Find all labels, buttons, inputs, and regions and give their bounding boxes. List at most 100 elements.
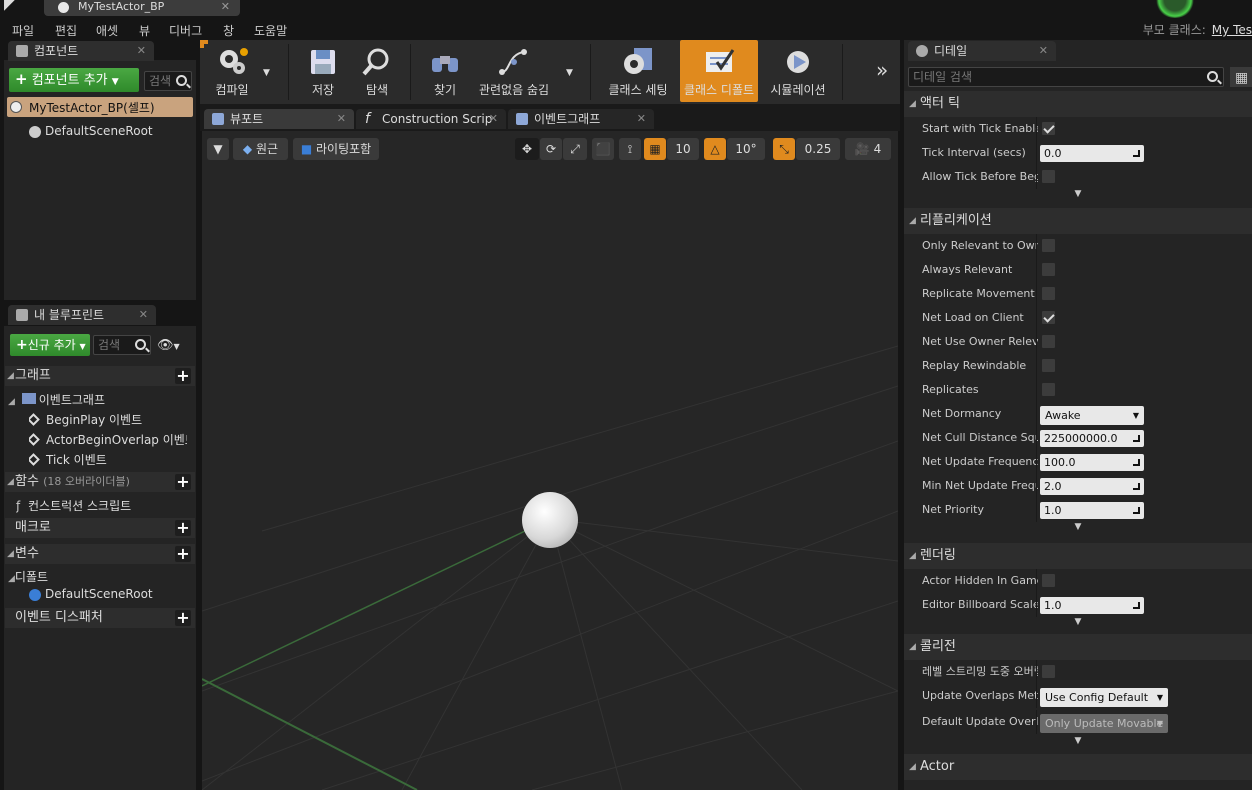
close-my-blueprint-icon[interactable]: ✕ bbox=[139, 305, 148, 325]
property-checkbox[interactable] bbox=[1042, 263, 1055, 276]
column-divider[interactable] bbox=[1036, 306, 1037, 330]
property-checkbox[interactable] bbox=[1042, 574, 1055, 587]
tree-event-tick[interactable]: Tick 이벤트 bbox=[29, 451, 193, 468]
viewport-options-button[interactable]: ▼ bbox=[207, 138, 229, 160]
surface-snapping-button[interactable]: ⟟ bbox=[619, 138, 641, 160]
column-divider[interactable] bbox=[1036, 660, 1037, 684]
details-section-2[interactable]: ◢ 렌더링 bbox=[904, 543, 1252, 569]
column-divider[interactable] bbox=[1036, 402, 1037, 426]
menu-debug[interactable]: 디버그 bbox=[169, 22, 202, 39]
default-scene-root-sphere[interactable] bbox=[522, 492, 578, 548]
column-divider[interactable] bbox=[1036, 258, 1037, 282]
property-number-input[interactable]: 0.0 bbox=[1040, 145, 1144, 162]
tree-components-category[interactable]: ◢디폴트 bbox=[8, 568, 48, 585]
property-number-input[interactable]: 1.0 bbox=[1040, 502, 1144, 519]
compile-button[interactable]: 컴파일 bbox=[204, 40, 260, 102]
property-number-input[interactable]: 225000000.0 bbox=[1040, 430, 1144, 447]
components-search-input[interactable]: 검색 bbox=[144, 71, 192, 91]
column-divider[interactable] bbox=[1036, 498, 1037, 522]
add-new-button[interactable]: +신규 추가 ▼ bbox=[10, 334, 90, 356]
component-root-row[interactable]: MyTestActor_BP(셀프) bbox=[7, 97, 193, 117]
scale-tool-button[interactable]: ⤢ bbox=[563, 138, 587, 160]
hide-unrelated-options-chevron-icon[interactable]: ▼ bbox=[566, 68, 573, 78]
property-checkbox[interactable] bbox=[1042, 311, 1055, 324]
close-event-graph-icon[interactable]: ✕ bbox=[637, 109, 646, 129]
tab-event-graph[interactable]: 이벤트그래프 ✕ bbox=[508, 109, 654, 129]
property-checkbox[interactable] bbox=[1042, 170, 1055, 183]
tab-my-blueprint[interactable]: 내 블루프린트 ✕ bbox=[8, 305, 156, 325]
column-divider[interactable] bbox=[1036, 330, 1037, 354]
property-combo-box[interactable]: Awake ▼ bbox=[1040, 406, 1144, 425]
advanced-expander-icon[interactable]: ▼ bbox=[904, 615, 1252, 629]
grid-snap-toggle[interactable]: ▦ bbox=[644, 138, 666, 160]
coordinate-space-button[interactable]: ⬛ bbox=[592, 138, 614, 160]
find-button[interactable]: 찾기 bbox=[416, 40, 474, 102]
property-number-input[interactable]: 2.0 bbox=[1040, 478, 1144, 495]
blueprint-search-input[interactable]: 검색 bbox=[93, 335, 151, 355]
property-checkbox[interactable] bbox=[1042, 359, 1055, 372]
hide-unrelated-button[interactable]: 관련없음 숨김 bbox=[474, 40, 554, 102]
details-section-3[interactable]: ◢ 콜리전 bbox=[904, 634, 1252, 660]
close-tab-icon[interactable]: ✕ bbox=[221, 0, 230, 14]
property-checkbox[interactable] bbox=[1042, 239, 1055, 252]
translate-tool-button[interactable]: ✥ bbox=[515, 138, 539, 160]
tree-variable-default-scene-root[interactable]: DefaultSceneRoot bbox=[29, 587, 153, 601]
property-checkbox[interactable] bbox=[1042, 122, 1055, 135]
add-event-dispatcher-button[interactable]: + bbox=[175, 610, 191, 626]
column-divider[interactable] bbox=[1036, 282, 1037, 306]
column-divider[interactable] bbox=[1036, 426, 1037, 450]
tab-viewport[interactable]: 뷰포트 ✕ bbox=[204, 109, 354, 129]
close-construction-icon[interactable]: ✕ bbox=[489, 109, 498, 129]
scale-snap-value[interactable]: 0.25 bbox=[796, 138, 840, 160]
column-divider[interactable] bbox=[1036, 710, 1037, 734]
save-button[interactable]: 저장 bbox=[296, 40, 350, 102]
column-divider[interactable] bbox=[1036, 474, 1037, 498]
details-section-1[interactable]: ◢ 리플리케이션 bbox=[904, 208, 1252, 234]
details-section-4[interactable]: ◢ Actor bbox=[904, 754, 1252, 780]
section-graphs[interactable]: ◢ 그래프 + bbox=[5, 366, 195, 386]
menu-view[interactable]: 뷰 bbox=[139, 22, 150, 39]
column-divider[interactable] bbox=[1036, 450, 1037, 474]
tree-event-graph[interactable]: ◢ 이벤트그래프 bbox=[8, 391, 105, 408]
browse-button[interactable]: 탐색 bbox=[350, 40, 404, 102]
property-checkbox[interactable] bbox=[1042, 665, 1055, 678]
add-variable-button[interactable]: + bbox=[175, 546, 191, 562]
advanced-expander-icon[interactable]: ▼ bbox=[904, 734, 1252, 748]
tree-event-beginplay[interactable]: BeginPlay 이벤트 bbox=[29, 411, 193, 428]
simulation-button[interactable]: 시뮬레이션 bbox=[762, 40, 834, 102]
tab-construction-script[interactable]: f Construction Scrip ✕ bbox=[356, 109, 506, 129]
menu-window[interactable]: 창 bbox=[223, 22, 234, 39]
section-macros[interactable]: 매크로 + bbox=[5, 518, 195, 538]
column-divider[interactable] bbox=[1036, 234, 1037, 258]
rotate-tool-button[interactable]: ⟳ bbox=[540, 138, 562, 160]
tab-components[interactable]: 컴포넌트 ✕ bbox=[8, 41, 154, 61]
column-divider[interactable] bbox=[1036, 117, 1037, 141]
class-defaults-button[interactable]: 클래스 디폴트 bbox=[680, 40, 758, 102]
property-number-input[interactable]: 100.0 bbox=[1040, 454, 1144, 471]
tree-construction-script[interactable]: ƒ 컨스트럭션 스크립트 bbox=[16, 497, 131, 514]
property-checkbox[interactable] bbox=[1042, 383, 1055, 396]
section-event-dispatchers[interactable]: 이벤트 디스패처 + bbox=[5, 608, 195, 628]
column-divider[interactable] bbox=[1036, 569, 1037, 593]
property-checkbox[interactable] bbox=[1042, 335, 1055, 348]
section-variables[interactable]: ◢ 변수 + bbox=[5, 544, 195, 564]
column-divider[interactable] bbox=[1036, 141, 1037, 165]
column-divider[interactable] bbox=[1036, 165, 1037, 189]
menu-file[interactable]: 파일 bbox=[12, 22, 34, 39]
column-divider[interactable] bbox=[1036, 684, 1037, 708]
add-function-button[interactable]: + bbox=[175, 474, 191, 490]
viewport[interactable]: ▼ ◆ 원근 ■ 라이팅포함 ✥ ⟳ ⤢ ⬛ ⟟ ▦ 10 △ 10° ⤡ 0.… bbox=[202, 131, 898, 790]
toolbar-overflow-chevron-icon[interactable]: » bbox=[876, 58, 888, 82]
component-default-scene-root[interactable]: DefaultSceneRoot bbox=[29, 124, 153, 138]
menu-help[interactable]: 도움말 bbox=[254, 22, 287, 39]
tree-event-actorbeginoverlap[interactable]: ActorBeginOverlap 이벤트 bbox=[29, 431, 187, 448]
perspective-button[interactable]: ◆ 원근 bbox=[233, 138, 288, 160]
close-viewport-icon[interactable]: ✕ bbox=[337, 109, 346, 129]
section-functions[interactable]: ◢ 함수 (18 오버라이더블) + bbox=[5, 472, 195, 492]
add-graph-button[interactable]: + bbox=[175, 368, 191, 384]
column-divider[interactable] bbox=[1036, 378, 1037, 402]
rotation-snap-toggle[interactable]: △ bbox=[704, 138, 726, 160]
add-component-button[interactable]: + 컴포넌트 추가 ▼ bbox=[9, 68, 139, 92]
document-tab[interactable]: MyTestActor_BP ✕ bbox=[44, 0, 240, 16]
rotation-snap-value[interactable]: 10° bbox=[727, 138, 765, 160]
